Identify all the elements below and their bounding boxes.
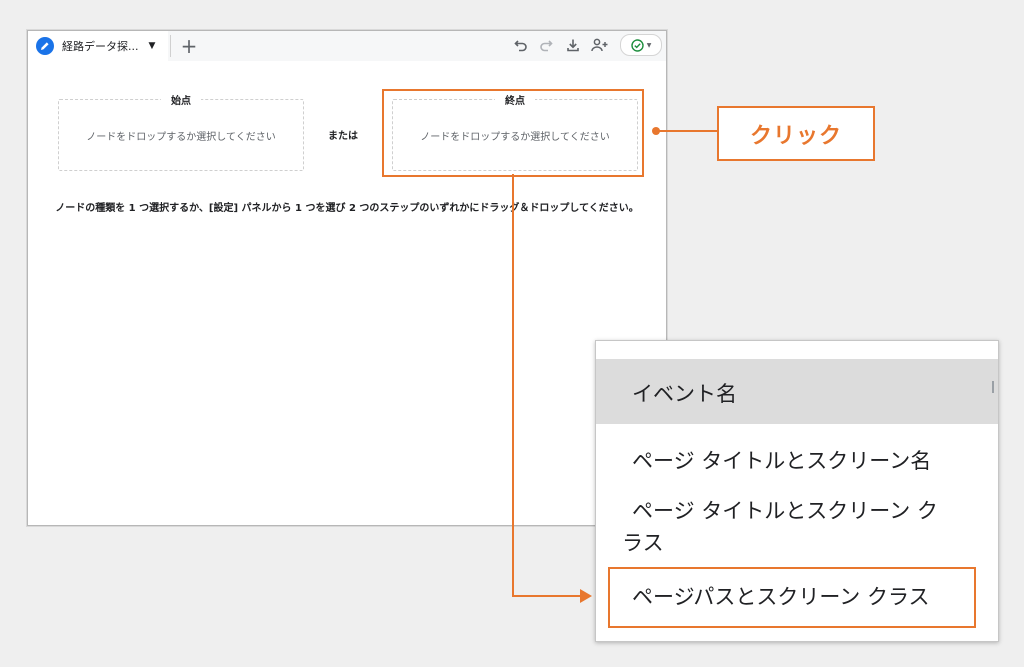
check-circle-icon [630, 38, 644, 52]
tab-bar: 経路データ探... ▼ + ▼ [28, 31, 666, 61]
drop-hint: ノードをドロップするか選択してください [86, 132, 276, 143]
instructions-text: ノードの種類を 1 つ選択するか、[設定] パネルから 1 つを選び 2 つのス… [55, 203, 639, 214]
tab-divider [170, 35, 171, 57]
callout-connector [656, 130, 717, 132]
click-callout: クリック [717, 106, 875, 161]
arrow-right-icon [580, 589, 592, 603]
or-label: または [328, 131, 358, 142]
dropdown-scrollbar[interactable] [992, 381, 994, 393]
start-node-dropzone[interactable]: 始点 ノードをドロップするか選択してください [58, 92, 304, 171]
option-highlight [608, 567, 976, 628]
arrow-connector-vertical [512, 174, 514, 597]
tab-title: 経路データ探... [62, 40, 139, 53]
dropdown-option-page-title-screen-class[interactable]: ページ タイトルとスクリーン ク ラス [596, 489, 998, 559]
dropdown-option-page-title-screen-name[interactable]: ページ タイトルとスクリーン名 [596, 437, 998, 481]
tab-exploration[interactable]: 経路データ探... ▼ [28, 31, 168, 61]
download-icon[interactable] [563, 35, 583, 55]
undo-icon[interactable] [511, 35, 531, 55]
start-label: 始点 [161, 92, 201, 107]
redo-icon[interactable] [536, 35, 556, 55]
add-tab-button[interactable]: + [174, 33, 204, 59]
dropdown-option-event-name[interactable]: イベント名 [596, 359, 998, 424]
share-user-icon[interactable] [590, 35, 610, 55]
arrow-connector-horizontal [512, 595, 582, 597]
pencil-icon[interactable] [36, 37, 54, 55]
chevron-down-icon: ▼ [646, 41, 652, 49]
end-node-highlight [382, 89, 644, 177]
status-dropdown[interactable]: ▼ [620, 34, 662, 56]
chevron-down-icon[interactable]: ▼ [149, 41, 156, 51]
